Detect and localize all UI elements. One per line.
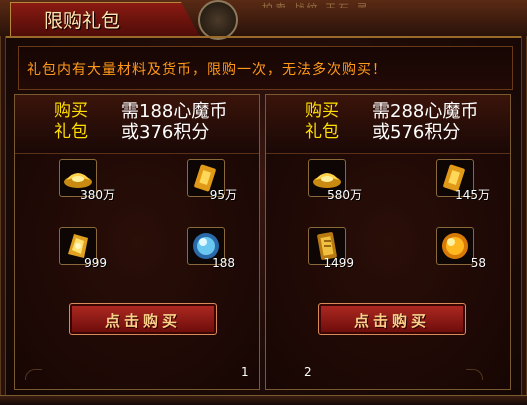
buy-pack-label: 购买 礼包 [45, 101, 97, 143]
item-quantity: 188 [212, 256, 235, 270]
notice-banner: 礼包内有大量材料及货币，限购一次，无法多次购买！ [18, 46, 513, 90]
right-border [521, 36, 527, 395]
price-coin: 需288心魔币 [372, 101, 479, 122]
pack-price: 需288心魔币 或576积分 [372, 101, 478, 143]
pack-header: 购买 礼包 需288心魔币 或576积分 [266, 95, 510, 154]
notice-text: 礼包内有大量材料及货币，限购一次，无法多次购买！ [27, 62, 387, 78]
panel-ornament-icon [466, 369, 483, 380]
item-quantity: 95万 [209, 188, 237, 202]
buy-label-line2: 礼包 [305, 122, 339, 142]
price-coin: 需188心魔币 [121, 101, 228, 122]
page-number: 2 [304, 365, 312, 379]
buy-button[interactable]: 点击购买 [318, 303, 466, 335]
pack-header: 购买 礼包 需188心魔币 或376积分 [15, 95, 259, 154]
buy-button[interactable]: 点击购买 [69, 303, 217, 335]
background-menu-text: 拍卖 战纹 玉石 灵... [262, 0, 386, 8]
page-number: 1 [241, 365, 249, 379]
gift-pack-window: 拍卖 战纹 玉石 灵... 限购礼包 礼包内有大量材料及货币，限购一次，无法多次… [0, 0, 527, 405]
price-points: 或376积分 [121, 122, 210, 143]
gift-pack-panel: 购买 礼包 需288心魔币 或576积分 580万 145万 1499 58 点… [265, 94, 511, 390]
buy-label-line1: 购买 [54, 101, 88, 121]
buy-button-label: 点击购买 [104, 312, 181, 330]
buy-label-line2: 礼包 [54, 122, 88, 142]
item-quantity: 380万 [80, 188, 115, 202]
item-quantity: 145万 [455, 188, 490, 202]
item-quantity: 1499 [323, 256, 354, 270]
divider [0, 36, 527, 38]
buy-label-line1: 购买 [305, 101, 339, 121]
pack-price: 需188心魔币 或376积分 [121, 101, 227, 143]
buy-button-label: 点击购买 [353, 312, 430, 330]
buy-pack-label: 购买 礼包 [296, 101, 348, 143]
price-points: 或576积分 [372, 122, 461, 143]
item-quantity: 999 [84, 256, 107, 270]
corner-ornament-icon [198, 0, 238, 40]
gift-pack-panel: 购买 礼包 需188心魔币 或376积分 380万 95万 999 188 点击… [14, 94, 260, 390]
item-quantity: 58 [470, 256, 486, 270]
bottom-border [0, 395, 527, 405]
panel-ornament-icon [25, 369, 42, 380]
item-quantity: 580万 [327, 188, 362, 202]
window-title: 限购礼包 [44, 10, 121, 32]
left-border [0, 36, 6, 395]
